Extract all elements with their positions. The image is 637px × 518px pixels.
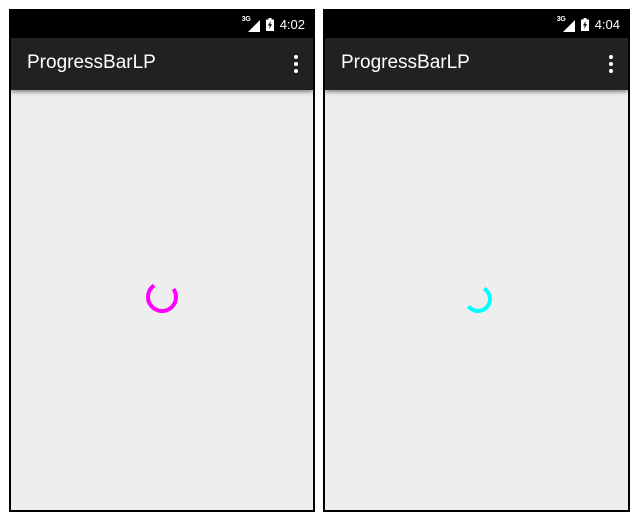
content-area: [325, 90, 628, 510]
content-area: [11, 90, 313, 510]
status-bar: 3G 4:02: [11, 11, 313, 38]
status-clock: 4:02: [279, 17, 305, 32]
spinner-arc-icon: [146, 281, 178, 313]
progress-spinner: [146, 281, 178, 313]
signal-icon: 3G: [557, 16, 575, 32]
phone-screen-left: 3G 4:02 ProgressBarLP: [9, 9, 315, 512]
progress-spinner: [464, 285, 492, 313]
battery-icon: [265, 18, 274, 31]
more-vert-icon[interactable]: [608, 55, 614, 73]
status-icons: 3G 4:02: [242, 11, 305, 38]
status-icons: 3G 4:04: [557, 11, 620, 38]
spinner-arc-icon: [464, 285, 492, 313]
more-vert-icon[interactable]: [293, 55, 299, 73]
app-title: ProgressBarLP: [341, 52, 470, 73]
action-bar: ProgressBarLP: [325, 38, 628, 90]
signal-icon: 3G: [242, 16, 260, 32]
status-clock: 4:04: [594, 17, 620, 32]
phone-screen-right: 3G 4:04 ProgressBarLP: [323, 9, 630, 512]
status-bar: 3G 4:04: [325, 11, 628, 38]
action-bar: ProgressBarLP: [11, 38, 313, 90]
battery-icon: [580, 18, 589, 31]
app-title: ProgressBarLP: [27, 52, 156, 73]
